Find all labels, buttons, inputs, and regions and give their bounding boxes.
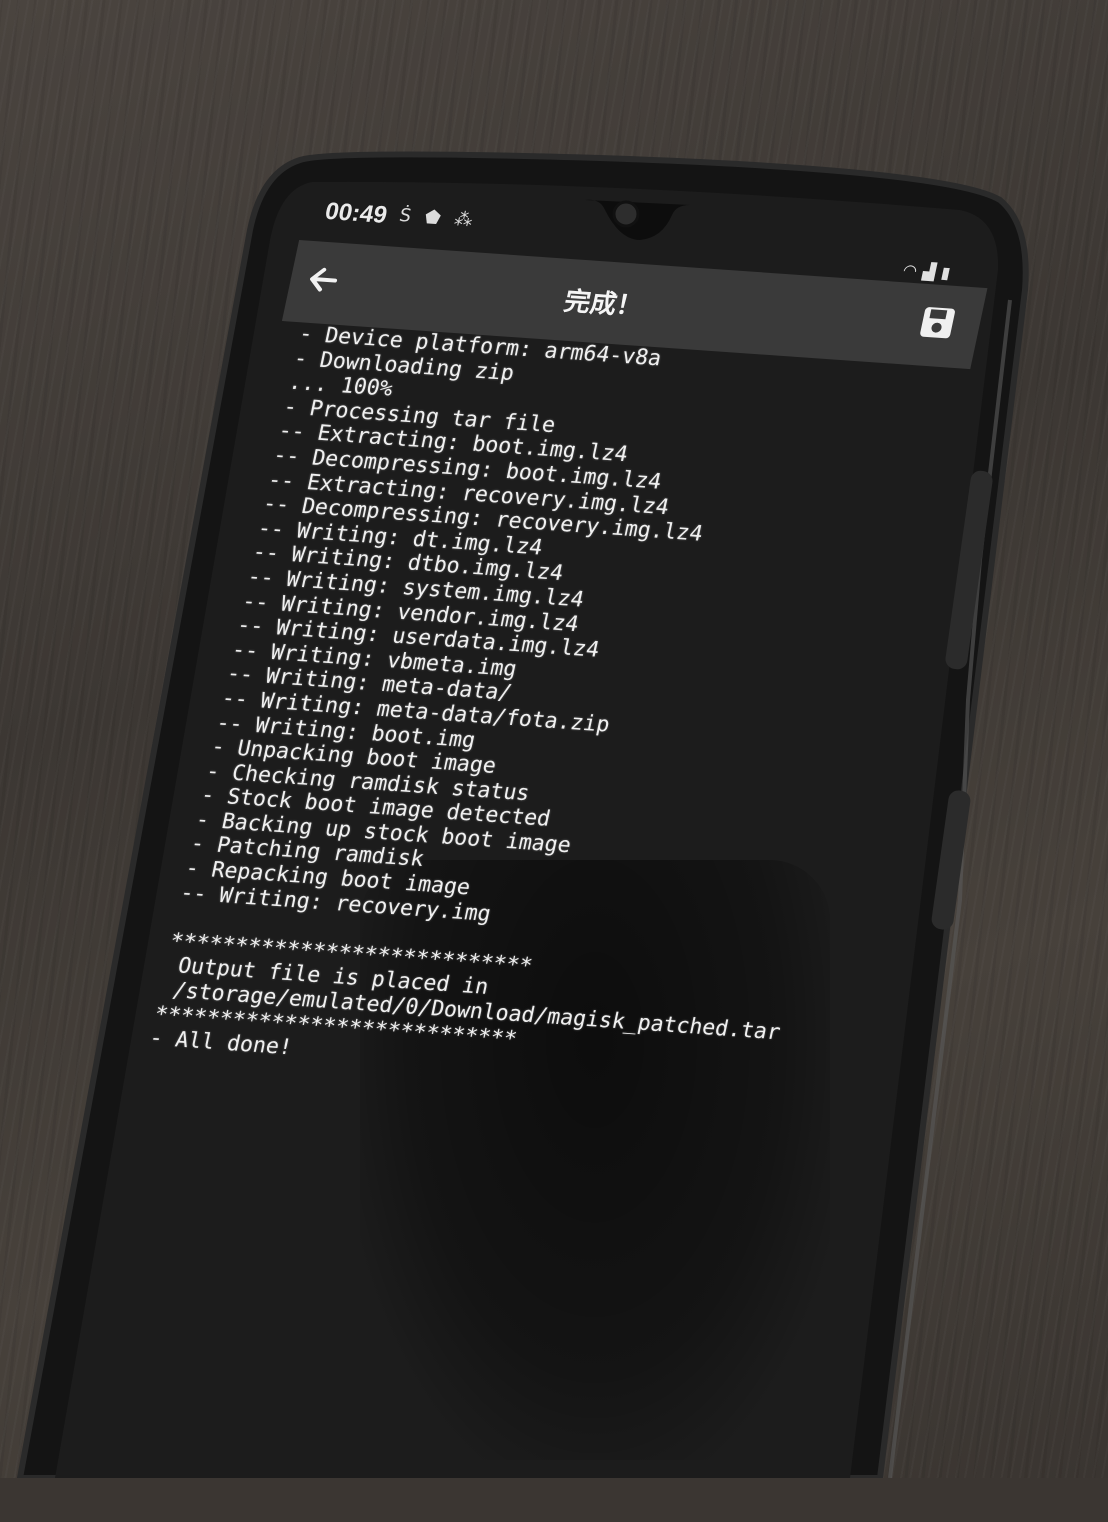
s-icon: Ṡ xyxy=(397,205,414,227)
battery-icon: ▮ xyxy=(939,262,953,283)
status-left-icons: Ṡ ⬟ ⁂ xyxy=(397,205,474,231)
save-icon[interactable] xyxy=(916,304,959,342)
status-time: 00:49 xyxy=(322,197,390,229)
page-title: 完成！ xyxy=(561,286,646,322)
wifi-icon: ◠ xyxy=(901,260,920,281)
shield-icon: ⬟ xyxy=(422,206,443,229)
phone: 00:49 Ṡ ⬟ ⁂ ◠ ▟ ▮ 完成！ - Device platform:… xyxy=(0,0,1108,1478)
apps-icon: ⁂ xyxy=(452,208,475,231)
status-right-icons: ◠ ▟ ▮ xyxy=(901,260,952,282)
signal-icon: ▟ xyxy=(921,261,938,282)
arrow-left-icon[interactable] xyxy=(301,261,344,299)
